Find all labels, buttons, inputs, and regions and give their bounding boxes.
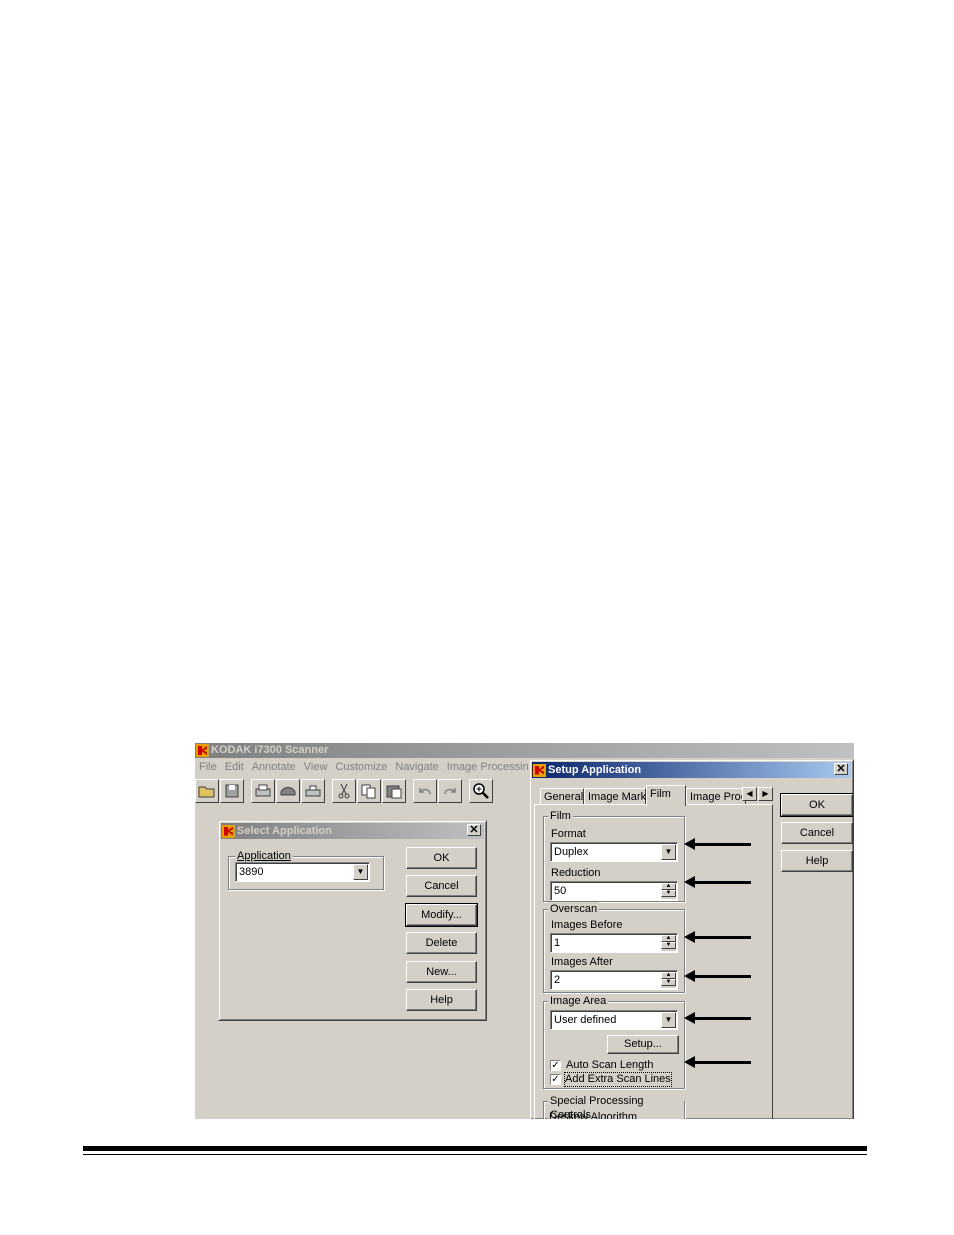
copy-icon[interactable] [357,779,381,803]
kodak-logo-icon [196,744,209,757]
chevron-down-icon[interactable]: ▼ [661,844,676,860]
application-label: Application [235,849,293,863]
main-title-bar: KODAK i7300 Scanner [195,743,854,758]
film-group: Film Format Duplex ▼ Reduction 50 ▲ ▼ [543,809,685,902]
application-group: Application 3890 ▼ [228,849,384,890]
auto-scan-length-checkbox[interactable]: ✓ [550,1060,561,1071]
redo-icon[interactable] [438,779,462,803]
tab-image-marks[interactable]: Image Marks [584,788,652,805]
image-area-setup-button[interactable]: Setup... [607,1035,679,1054]
setup-ok-button[interactable]: OK [780,793,853,817]
overscan-group: Overscan Images Before 1 ▲ ▼ Images After… [543,902,685,993]
deskew-algorithm-label: Deskew Algorithm [549,1111,638,1119]
film-tab-panel: Film Format Duplex ▼ Reduction 50 ▲ ▼ Ove… [534,804,773,1119]
application-value: 3890 [239,866,264,878]
main-title: KODAK i7300 Scanner [211,744,329,756]
ok-button[interactable]: OK [406,847,477,869]
cancel-button[interactable]: Cancel [406,875,477,897]
arrow-images-before-icon [684,931,751,943]
undo-icon[interactable] [413,779,437,803]
menu-file[interactable]: File [195,759,221,775]
format-label: Format [551,828,586,840]
spinner-icon[interactable]: ▲ ▼ [661,935,676,951]
new-button[interactable]: New... [406,961,477,983]
scan-icon[interactable] [301,779,325,803]
images-after-value: 2 [554,974,561,986]
close-icon[interactable]: ✕ [467,824,481,836]
spinner-icon[interactable]: ▲ ▼ [661,972,676,988]
page-rule-thick [83,1146,867,1151]
images-before-label: Images Before [551,919,623,931]
menu-view[interactable]: View [300,759,332,775]
save-icon[interactable] [220,779,244,803]
images-after-spinner[interactable]: 2 ▲ ▼ [550,970,678,990]
spinner-icon[interactable]: ▲ ▼ [661,883,676,899]
delete-button[interactable]: Delete [406,932,477,954]
image-area-value: User defined [554,1014,617,1026]
kodak-logo-icon [222,824,235,838]
image-area-group-label: Image Area [548,994,609,1008]
images-before-value: 1 [554,937,561,949]
paste-icon[interactable] [382,779,406,803]
special-processing-group: Special Processing Controls Deskew Algor… [543,1094,685,1119]
menu-annotate[interactable]: Annotate [248,759,300,775]
fax-icon[interactable] [276,779,300,803]
reduction-spinner[interactable]: 50 ▲ ▼ [550,881,678,901]
image-area-select[interactable]: User defined ▼ [550,1010,678,1030]
menu-edit[interactable]: Edit [221,759,248,775]
select-application-title-bar: Select Application ✕ [221,823,484,839]
select-application-title: Select Application [237,824,332,837]
setup-cancel-button[interactable]: Cancel [781,822,853,844]
open-folder-icon[interactable] [195,779,219,803]
auto-scan-length-label: Auto Scan Length [566,1059,654,1071]
chevron-down-icon[interactable]: ▼ [353,864,368,880]
reduction-value: 50 [554,885,567,897]
image-area-group: Image Area User defined ▼ Setup... ✓ Aut… [543,994,685,1089]
tab-film[interactable]: Film [646,785,686,806]
reduction-label: Reduction [551,867,601,879]
arrow-scan-length-icon [684,1056,751,1068]
tab-general[interactable]: General [540,788,584,805]
tab-image-processing[interactable]: Image Proce [686,788,746,805]
menu-navigate[interactable]: Navigate [391,759,442,775]
arrow-images-after-icon [684,970,751,982]
print-icon[interactable] [251,779,275,803]
menu-customize[interactable]: Customize [331,759,391,775]
add-extra-scan-lines-checkbox[interactable]: ✓ [550,1074,561,1085]
overscan-group-label: Overscan [548,902,600,916]
page-rule-thin [83,1154,867,1155]
arrow-format-icon [684,838,751,850]
tab-scroll-left-icon[interactable]: ◀ [742,787,757,801]
application-select[interactable]: 3890 ▼ [235,862,370,882]
format-value: Duplex [554,846,589,858]
cut-icon[interactable] [332,779,356,803]
setup-application-title: Setup Application [548,763,642,776]
film-group-label: Film [548,809,573,823]
images-after-label: Images After [551,956,613,968]
help-button[interactable]: Help [406,989,477,1011]
images-before-spinner[interactable]: 1 ▲ ▼ [550,933,678,953]
menu-image-processing[interactable]: Image Processing [443,759,539,775]
zoom-in-icon[interactable] [469,779,493,803]
select-application-dialog: Select Application ✕ Application 3890 ▼ … [218,820,487,1021]
chevron-down-icon[interactable]: ▼ [661,1012,676,1028]
format-select[interactable]: Duplex ▼ [550,842,678,862]
arrow-reduction-icon [684,876,751,888]
kodak-logo-icon [533,763,546,777]
tab-scroll-right-icon[interactable]: ▶ [758,787,773,801]
setup-application-title-bar: Setup Application ✕ [532,762,851,778]
add-extra-scan-lines-label: Add Extra Scan Lines [564,1072,672,1087]
setup-help-button[interactable]: Help [781,850,853,872]
modify-button[interactable]: Modify... [405,903,478,927]
arrow-image-area-icon [684,1012,751,1024]
close-icon[interactable]: ✕ [834,763,848,775]
